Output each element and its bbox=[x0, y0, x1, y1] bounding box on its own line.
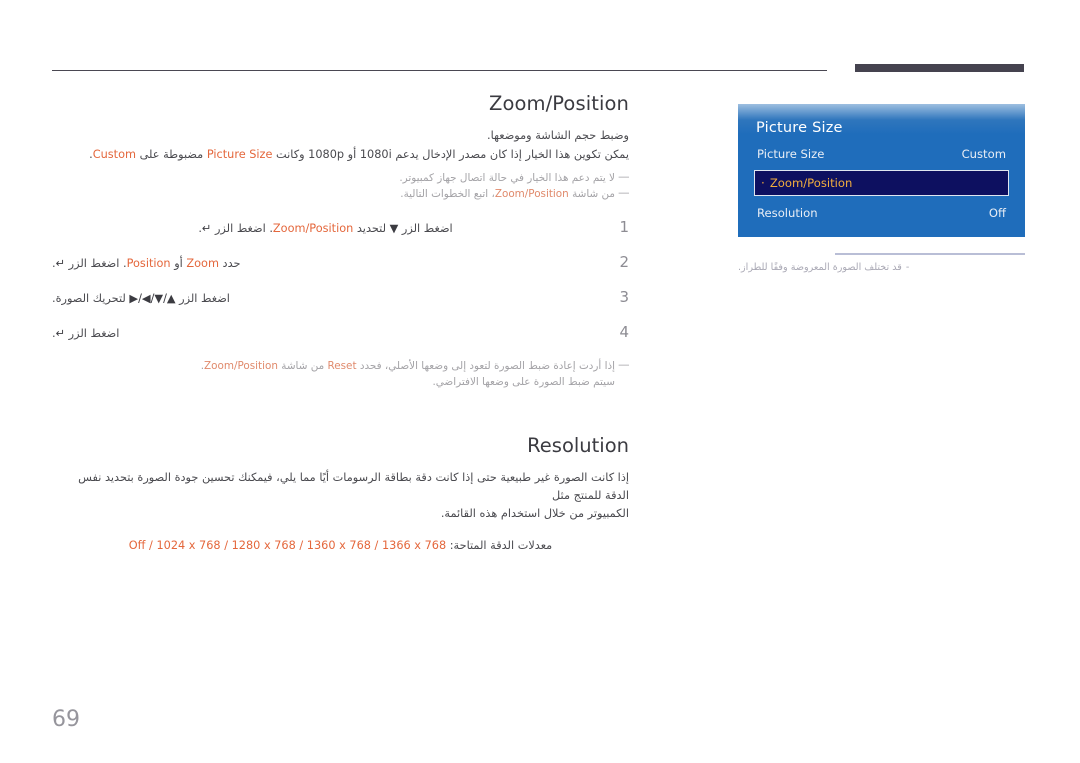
zoom-position-term: Zoom/Position bbox=[204, 360, 278, 372]
osd-row-zoom-position[interactable]: · Zoom/Position bbox=[754, 170, 1009, 196]
position-term: Position bbox=[126, 257, 171, 270]
step-text: حدد Zoom أو Position. اضغط الزر ↵. bbox=[52, 255, 599, 272]
document-content: Zoom/Position وضبط حجم الشاشة وموضعها. ي… bbox=[52, 92, 629, 554]
osd-caption: -قد تختلف الصورة المعروضة وفقًا للطراز. bbox=[738, 262, 1025, 273]
enter-key-icon: ↵ bbox=[55, 257, 66, 270]
page-title-zoom-position: Zoom/Position bbox=[488, 92, 629, 115]
enter-key-icon: ↵ bbox=[201, 222, 212, 235]
enter-key-icon: ↵ bbox=[55, 327, 66, 340]
intro-text-c: مضبوطة على bbox=[136, 148, 207, 161]
note-reset-line-1: ― إذا أردت إعادة ضبط الصورة لتعود إلى وضع… bbox=[52, 358, 629, 374]
caption-dash-icon: - bbox=[905, 262, 910, 273]
intro-line-1: وضبط حجم الشاشة وموضعها. bbox=[487, 129, 629, 142]
osd-panel: Picture Size Picture Size Custom · Zoom/… bbox=[738, 104, 1025, 237]
note-reset-line-2: سيتم ضبط الصورة على وضعها الافتراضي. bbox=[432, 376, 615, 388]
note-2-c: ، اتبع الخطوات التالية. bbox=[400, 188, 495, 200]
step-text: اضغط الزر ▼ لتحديد Zoom/Position. اضغط ا… bbox=[52, 220, 599, 237]
resolution-list-values: Off / 1024 x 768 / 1280 x 768 / 1360 x 7… bbox=[128, 539, 447, 552]
step-item: 4 اضغط الزر ↵. bbox=[52, 323, 629, 342]
zoom-term: Zoom bbox=[186, 257, 219, 270]
zoom-position-term: Zoom/Position bbox=[272, 222, 354, 235]
resolution-list-label: معدلات الدقة المتاحة: bbox=[446, 539, 553, 552]
header-rule-thin bbox=[52, 70, 827, 71]
osd-title: Picture Size bbox=[756, 120, 843, 136]
osd-row-value: Custom bbox=[961, 146, 1006, 161]
intro-text-a: يمكن تكوين هذا الخيار إذا كان مصدر الإدخ… bbox=[272, 148, 629, 161]
resolution-values-line: معدلات الدقة المتاحة: Off / 1024 x 768 /… bbox=[52, 537, 629, 554]
step-2-c: . اضغط الزر bbox=[65, 257, 127, 270]
manual-page: Zoom/Position وضبط حجم الشاشة وموضعها. ي… bbox=[0, 0, 1080, 763]
step-1-a: اضغط الزر bbox=[398, 222, 453, 235]
osd-row-label: Picture Size bbox=[757, 146, 825, 161]
step-number: 3 bbox=[619, 288, 629, 306]
step-3-a: اضغط الزر bbox=[175, 292, 230, 305]
custom-term: Custom bbox=[92, 148, 136, 161]
resolution-paragraph-line-1: إذا كانت الصورة غير طبيعية حتى إذا كانت … bbox=[78, 471, 629, 502]
reset-note-c: من شاشة bbox=[277, 360, 328, 372]
step-number: 4 bbox=[619, 323, 629, 341]
osd-row-value: Off bbox=[988, 205, 1006, 220]
note-pc-unsupported: ― لا يتم دعم هذا الخيار في حالة اتصال جها… bbox=[52, 170, 629, 186]
direction-pad-icon: ▲/▼/◀/▶ bbox=[129, 292, 176, 305]
step-1-b: لتحديد bbox=[353, 222, 390, 235]
step-item: 3 اضغط الزر ▲/▼/◀/▶ لتحريك الصورة. bbox=[52, 288, 629, 307]
step-1-c: . اضغط الزر bbox=[211, 222, 273, 235]
reset-term: Reset bbox=[327, 360, 357, 372]
note-1-text: لا يتم دعم هذا الخيار في حالة اتصال جهاز… bbox=[399, 172, 615, 184]
step-2-a: حدد bbox=[218, 257, 241, 270]
osd-caption-separator bbox=[835, 253, 1025, 255]
header-rule-thick bbox=[855, 64, 1024, 72]
resolution-paragraph-line-2: الكمبيوتر من خلال استخدام هذه القائمة. bbox=[440, 507, 629, 520]
step-2-b: أو bbox=[170, 257, 187, 270]
step-number: 1 bbox=[619, 218, 629, 236]
reset-note-a: إذا أردت إعادة ضبط الصورة لتعود إلى وضعه… bbox=[356, 360, 615, 372]
steps-list: 1 اضغط الزر ▼ لتحديد Zoom/Position. اضغط… bbox=[52, 218, 629, 342]
picture-size-term: Picture Size bbox=[206, 148, 273, 161]
step-item: 2 حدد Zoom أو Position. اضغط الزر ↵. bbox=[52, 253, 629, 272]
step-number: 2 bbox=[619, 253, 629, 271]
step-3-b: لتحريك الصورة. bbox=[52, 292, 130, 305]
step-4-a: اضغط الزر bbox=[65, 327, 120, 340]
caption-text: قد تختلف الصورة المعروضة وفقًا للطراز. bbox=[738, 262, 902, 273]
step-text: اضغط الزر ↵. bbox=[52, 325, 599, 342]
note-dash-icon: ― bbox=[618, 359, 629, 371]
osd-row-picture-size[interactable]: Picture Size Custom bbox=[754, 141, 1009, 166]
zoom-position-term: Zoom/Position bbox=[494, 188, 569, 200]
step-text: اضغط الزر ▲/▼/◀/▶ لتحريك الصورة. bbox=[52, 290, 599, 307]
note-dash-icon: ― bbox=[618, 187, 629, 199]
selection-bullet-icon: · bbox=[761, 176, 765, 190]
note-2-a: من شاشة bbox=[568, 188, 615, 200]
note-dash-icon: ― bbox=[618, 171, 629, 183]
osd-row-label: Zoom/Position bbox=[769, 176, 853, 190]
page-title-resolution: Resolution bbox=[527, 434, 629, 457]
osd-row-resolution[interactable]: Resolution Off bbox=[754, 200, 1009, 225]
osd-screenshot: Picture Size Picture Size Custom · Zoom/… bbox=[738, 104, 1025, 273]
intro-line-2: يمكن تكوين هذا الخيار إذا كان مصدر الإدخ… bbox=[52, 146, 629, 164]
step-item: 1 اضغط الزر ▼ لتحديد Zoom/Position. اضغط… bbox=[52, 218, 629, 237]
page-number: 69 bbox=[52, 707, 80, 732]
osd-row-label: Resolution bbox=[757, 205, 818, 220]
note-follow-steps: ― من شاشة Zoom/Position، اتبع الخطوات الت… bbox=[52, 186, 629, 202]
